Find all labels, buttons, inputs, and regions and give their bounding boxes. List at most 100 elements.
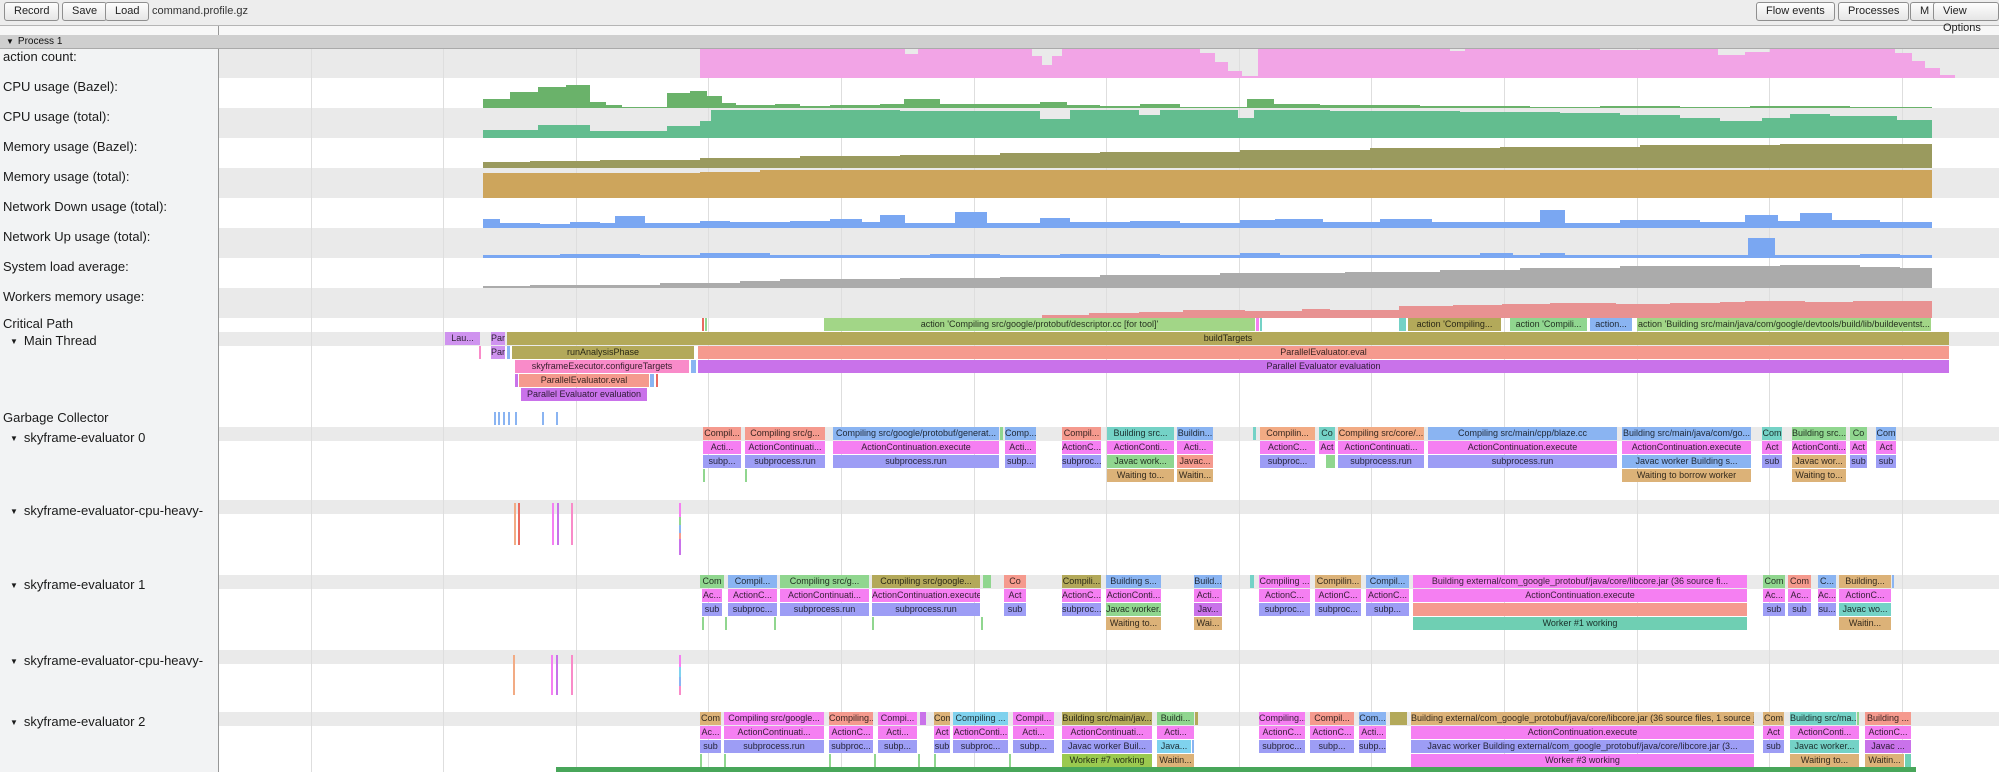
evaluator2-row3-span[interactable]: Worker #3 working — [1411, 754, 1754, 767]
timeline-canvas[interactable]: action 'Compiling src/google/protobuf/de… — [0, 0, 1999, 772]
evaluator1-row0-span[interactable]: Compil... — [728, 575, 777, 588]
evaluator1-row1-span[interactable]: ActionContinuation.execute — [1413, 589, 1747, 602]
evaluator2-row1-span[interactable]: ActionConti... — [953, 726, 1008, 739]
collapse-arrow-icon[interactable]: ▼ — [6, 37, 14, 46]
evaluator1-row1-span[interactable]: ActionC... — [728, 589, 777, 602]
main-thread-0-span[interactable]: Par — [491, 332, 505, 345]
evaluator2-row0-span[interactable]: Com — [1763, 712, 1784, 725]
evaluator0-row1-span[interactable]: ActionC... — [1062, 441, 1101, 454]
critical-path-span[interactable] — [1260, 318, 1262, 331]
evaluator1-row2-span[interactable]: subprocess.run — [872, 603, 980, 616]
main-thread-0-span[interactable]: buildTargets — [507, 332, 1949, 345]
evaluator2-row2-span[interactable]: sub — [1763, 740, 1784, 753]
evaluator2-row1-span[interactable]: Acti... — [1157, 726, 1194, 739]
evaluator0-row2-span[interactable]: Javac worker Building s... — [1622, 455, 1751, 468]
evaluator0-row2-span[interactable] — [1326, 455, 1335, 468]
evaluator0-row1-span[interactable]: ActionC... — [1260, 441, 1315, 454]
collapse-arrow-icon[interactable]: ▼ — [10, 581, 18, 590]
evaluator2-row0-span[interactable]: Com... — [1359, 712, 1386, 725]
evaluator1-row1-span[interactable]: ActionC... — [1259, 589, 1310, 602]
evaluator1-row1-span[interactable]: ActionConti... — [1106, 589, 1161, 602]
evaluator2-row0-span[interactable]: Building src/ma... — [1790, 712, 1856, 725]
evaluator2-row2-span[interactable]: subp... — [1310, 740, 1354, 753]
evaluator0-row2-span[interactable]: subp... — [703, 455, 741, 468]
evaluator1-row2-span[interactable]: sub — [702, 603, 722, 616]
evaluator0-row1-span[interactable]: Act — [1762, 441, 1782, 454]
collapse-arrow-icon[interactable]: ▼ — [10, 337, 18, 346]
evaluator2-row2-span[interactable]: Javac worker Buil... — [1062, 740, 1152, 753]
critical-path-span[interactable] — [702, 318, 704, 331]
evaluator0-row1-span[interactable]: Acti... — [1177, 441, 1213, 454]
evaluator2-row2-span[interactable]: subp... — [878, 740, 917, 753]
evaluator0-row1-span[interactable]: Act — [1876, 441, 1896, 454]
main-thread-1-span[interactable]: Par — [491, 346, 505, 359]
evaluator1-row0-span[interactable]: Com — [1763, 575, 1785, 588]
main-thread-2-span[interactable]: Parallel Evaluator evaluation — [698, 360, 1949, 373]
evaluator0-row0-span[interactable]: Compilin... — [1260, 427, 1315, 440]
evaluator0-row0-span[interactable]: Co — [1319, 427, 1335, 440]
main-thread-3-span[interactable] — [650, 374, 654, 387]
evaluator2-row1-span[interactable]: Acti... — [878, 726, 917, 739]
main-thread-1-span[interactable] — [507, 346, 510, 359]
evaluator2-row1-span[interactable]: ActionConti... — [1790, 726, 1859, 739]
evaluator0-row0-span[interactable]: Comp... — [1005, 427, 1036, 440]
evaluator2-row1-span[interactable]: ActionC... — [1259, 726, 1305, 739]
evaluator1-row3-span[interactable] — [725, 617, 727, 630]
evaluator1-row2-span[interactable]: sub — [1004, 603, 1026, 616]
evaluator2-row0-span[interactable]: Compil... — [1013, 712, 1054, 725]
evaluator2-row3-span[interactable]: Waitin... — [1865, 754, 1904, 767]
evaluator2-row1-span[interactable]: Act — [934, 726, 950, 739]
process-header[interactable]: ▼Process 1 — [0, 35, 1999, 49]
garbage-collector-span[interactable] — [515, 412, 517, 425]
evaluator0-row0-span[interactable]: Com — [1762, 427, 1782, 440]
evaluator2-row0-span[interactable]: Com — [700, 712, 721, 725]
evaluator2-row2-span[interactable]: Javac worker... — [1790, 740, 1859, 753]
evaluator0-row1-span[interactable]: ActionContinuation.execute — [833, 441, 999, 454]
cpu-heavy1-span[interactable] — [514, 503, 516, 545]
track-label-skyframe-evaluator-cpu-heavy-1[interactable]: ▼skyframe-evaluator-cpu-heavy- — [10, 503, 203, 518]
evaluator2-row3-span[interactable]: Worker #7 working — [1062, 754, 1152, 767]
evaluator0-row1-span[interactable]: ActionContinuati... — [745, 441, 825, 454]
evaluator0-row0-span[interactable]: Compiling src/core/... — [1338, 427, 1424, 440]
evaluator0-row0-span[interactable]: Building src/main/java/com/go... — [1622, 427, 1751, 440]
evaluator0-row1-span[interactable]: Act — [1850, 441, 1867, 454]
evaluator2-row1-span[interactable]: Acti... — [1359, 726, 1386, 739]
evaluator0-row0-span[interactable]: Compil... — [1062, 427, 1101, 440]
evaluator1-row1-span[interactable]: ActionC... — [1366, 589, 1409, 602]
evaluator0-row2-span[interactable]: subproc... — [1062, 455, 1101, 468]
track-label-skyframe-evaluator-1[interactable]: ▼skyframe-evaluator 1 — [10, 577, 145, 592]
garbage-collector-span[interactable] — [542, 412, 544, 425]
evaluator2-row0-span[interactable]: Building src/main/jav... — [1062, 712, 1152, 725]
evaluator0-row0-span[interactable]: Compiling src/g... — [745, 427, 825, 440]
evaluator2-row2-span[interactable]: Javac worker Building external/com_googl… — [1411, 740, 1754, 753]
collapse-arrow-icon[interactable]: ▼ — [10, 434, 18, 443]
evaluator1-row1-span[interactable]: Ac... — [702, 589, 722, 602]
evaluator1-row0-span[interactable]: Compili... — [1062, 575, 1101, 588]
cpu-heavy1-span[interactable] — [552, 503, 554, 545]
evaluator2-row2-span[interactable]: Javac ... — [1865, 740, 1911, 753]
evaluator2-row1-span[interactable]: ActionC... — [1310, 726, 1354, 739]
evaluator0-row3-span[interactable]: Waiting to... — [1107, 469, 1174, 482]
evaluator2-row0-span[interactable] — [1195, 712, 1198, 725]
evaluator2-row2-span[interactable]: subproc... — [1259, 740, 1305, 753]
evaluator1-row3-span[interactable] — [872, 617, 874, 630]
evaluator2-row0-span[interactable]: Com — [934, 712, 950, 725]
garbage-collector-span[interactable] — [556, 412, 558, 425]
evaluator2-row2-span[interactable]: subproc... — [953, 740, 1008, 753]
track-label-skyframe-evaluator-cpu-heavy-2[interactable]: ▼skyframe-evaluator-cpu-heavy- — [10, 653, 203, 668]
critical-path-span[interactable]: action 'Compiling... — [1408, 318, 1501, 331]
evaluator1-row1-span[interactable]: Ac... — [1763, 589, 1785, 602]
evaluator2-row3-span[interactable] — [829, 754, 831, 767]
cpu-heavy2-span[interactable] — [679, 667, 681, 677]
load-button[interactable]: Load — [105, 2, 149, 21]
evaluator2-row0-span[interactable]: Buildi... — [1157, 712, 1194, 725]
evaluator0-row3-span[interactable]: Waitin... — [1177, 469, 1213, 482]
evaluator0-row1-span[interactable]: Acti... — [1005, 441, 1036, 454]
evaluator1-row3-span[interactable]: Waiting to... — [1106, 617, 1161, 630]
evaluator2-row3-span[interactable] — [934, 754, 936, 767]
evaluator1-row2-span[interactable]: sub — [1788, 603, 1811, 616]
evaluator2-row2-span[interactable] — [1192, 740, 1194, 753]
evaluator1-row1-span[interactable]: ActionC... — [1062, 589, 1101, 602]
evaluator1-row0-span[interactable] — [1892, 575, 1894, 588]
evaluator1-row3-span[interactable] — [774, 617, 776, 630]
